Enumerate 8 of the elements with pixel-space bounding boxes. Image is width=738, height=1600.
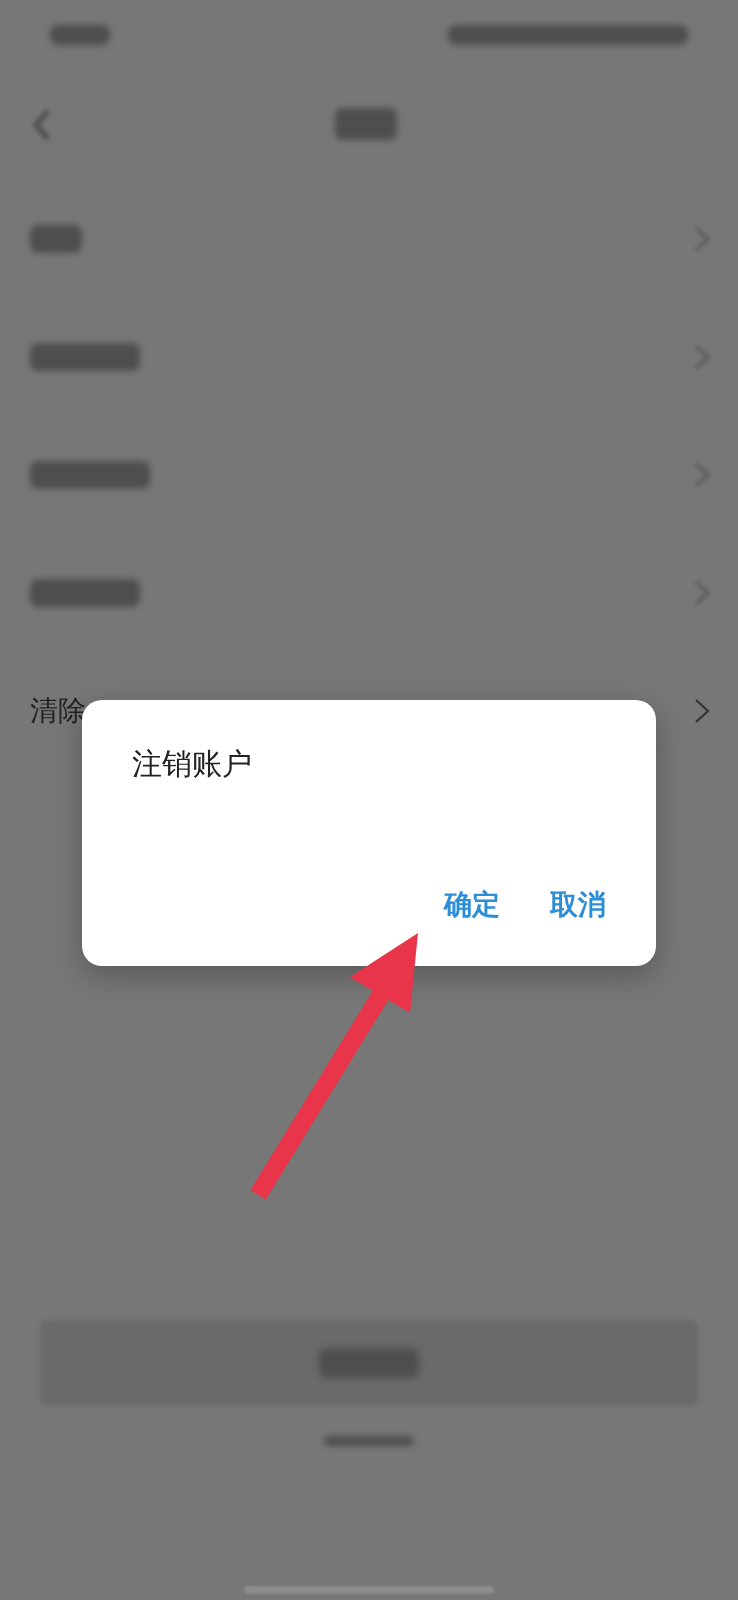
dialog-button[interactable]: 取消 (550, 886, 606, 924)
blurred-status-time (50, 25, 110, 45)
dialog-button[interactable]: 确定 (444, 886, 500, 924)
settings-item-label[interactable]: 清除 (30, 692, 86, 730)
blurred-title (335, 108, 397, 140)
dialog-title: 注销账户 (131, 745, 253, 783)
blurred-list-item (30, 225, 82, 253)
chevron-icon (694, 698, 710, 724)
